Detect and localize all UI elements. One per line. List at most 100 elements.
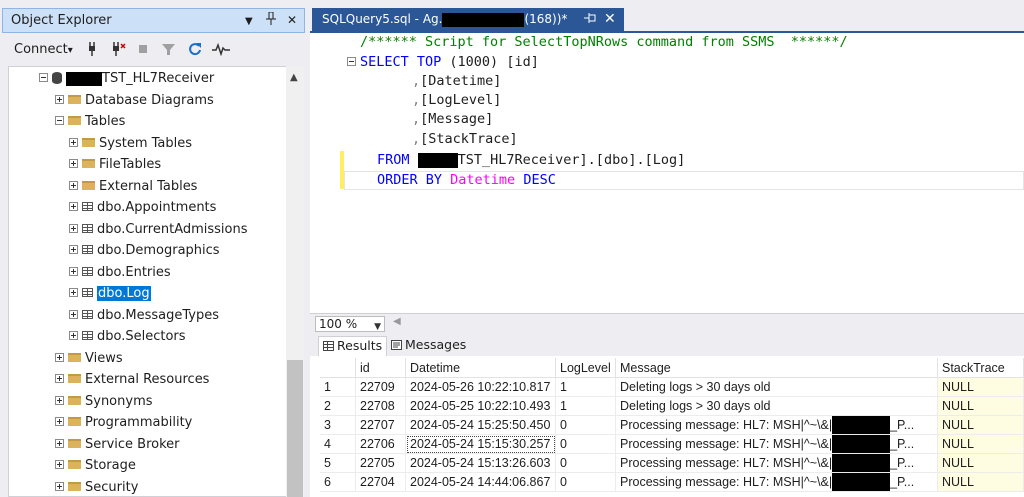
- tree-node[interactable]: Storage: [55, 455, 136, 476]
- grid-cell[interactable]: 2024-05-25 10:22:10.493: [406, 397, 556, 416]
- grid-cell[interactable]: Processing message: HL7: MSH|^~\&| _P...: [616, 473, 938, 492]
- expand-icon[interactable]: [55, 460, 64, 469]
- tree-node[interactable]: dbo.Selectors: [69, 326, 186, 347]
- grid-cell[interactable]: 2024-05-24 15:15:30.257: [406, 435, 556, 454]
- filter-icon[interactable]: [162, 42, 175, 61]
- expand-icon[interactable]: [55, 481, 64, 491]
- collapse-icon[interactable]: [39, 73, 48, 82]
- column-header[interactable]: Message: [616, 358, 938, 378]
- grid-cell[interactable]: NULL: [938, 454, 1024, 473]
- activity-monitor-icon[interactable]: [212, 42, 230, 61]
- row-number[interactable]: 4: [320, 435, 356, 454]
- row-number[interactable]: 6: [320, 473, 356, 492]
- close-tab-icon[interactable]: ✕: [604, 11, 616, 27]
- grid-cell[interactable]: 22708: [356, 397, 406, 416]
- column-header[interactable]: id: [356, 358, 406, 378]
- grid-cell[interactable]: 2024-05-26 10:22:10.817: [406, 378, 556, 397]
- grid-cell[interactable]: 2024-05-24 15:25:50.450: [406, 416, 556, 435]
- grid-cell[interactable]: 22705: [356, 454, 406, 473]
- tree-node[interactable]: dbo.Demographics: [69, 240, 220, 261]
- expand-icon[interactable]: [55, 395, 64, 405]
- expand-icon[interactable]: [69, 266, 78, 276]
- sql-code-editor[interactable]: /****** Script for SelectTopNRows comman…: [310, 33, 1024, 313]
- tree-node[interactable]: Views: [55, 348, 123, 369]
- collapse-toggle-icon[interactable]: [347, 57, 356, 66]
- tab-messages[interactable]: Messages: [387, 336, 470, 356]
- expand-icon[interactable]: [69, 331, 78, 340]
- query-tab[interactable]: SQLQuery5.sql - Ag. (168))* ✕: [312, 8, 624, 33]
- tree-node[interactable]: Security: [55, 477, 138, 497]
- tree-scrollbar-thumb[interactable]: [287, 360, 303, 497]
- grid-cell[interactable]: 0: [556, 454, 616, 473]
- tree-node[interactable]: dbo.Appointments: [69, 197, 216, 218]
- column-header[interactable]: StackTrace: [938, 358, 1024, 378]
- grid-cell[interactable]: 0: [556, 435, 616, 454]
- grid-cell[interactable]: NULL: [938, 416, 1024, 435]
- grid-cell[interactable]: NULL: [938, 378, 1024, 397]
- grid-cell[interactable]: NULL: [938, 473, 1024, 492]
- expand-icon[interactable]: [55, 374, 64, 383]
- scroll-up-icon[interactable]: ▲: [290, 72, 298, 83]
- expand-icon[interactable]: [69, 180, 78, 190]
- grid-cell[interactable]: 1: [556, 397, 616, 416]
- auto-hide-pin-icon[interactable]: [266, 11, 276, 29]
- tree-node[interactable]: FileTables: [69, 154, 161, 175]
- expand-icon[interactable]: [55, 352, 64, 362]
- expand-icon[interactable]: [69, 159, 78, 168]
- expand-icon[interactable]: [69, 309, 78, 319]
- grid-cell[interactable]: 22707: [356, 416, 406, 435]
- row-number[interactable]: 5: [320, 454, 356, 473]
- tree-node[interactable]: External Resources: [55, 369, 209, 390]
- expand-icon[interactable]: [55, 438, 64, 448]
- row-number[interactable]: 1: [320, 378, 356, 397]
- tab-results[interactable]: Results: [318, 336, 388, 356]
- tree-node[interactable]: Tables: [55, 111, 125, 132]
- tree-node[interactable]: External Tables: [69, 176, 197, 197]
- expand-icon[interactable]: [69, 245, 78, 254]
- connect-plug-icon[interactable]: [86, 42, 98, 61]
- grid-cell[interactable]: Processing message: HL7: MSH|^~\&| _P...: [616, 454, 938, 473]
- grid-cell[interactable]: Processing message: HL7: MSH|^~\&| _P...: [616, 416, 938, 435]
- tree-node[interactable]: dbo.Log: [69, 283, 151, 304]
- tree-node[interactable]: dbo.Entries: [69, 262, 171, 283]
- grid-cell[interactable]: 22709: [356, 378, 406, 397]
- tree-node[interactable]: dbo.MessageTypes: [69, 305, 219, 326]
- stop-icon[interactable]: [138, 42, 148, 61]
- grid-cell[interactable]: 0: [556, 473, 616, 492]
- grid-cell[interactable]: 1: [556, 378, 616, 397]
- tree-node[interactable]: Database Diagrams: [55, 90, 214, 111]
- grid-cell[interactable]: 2024-05-24 15:13:26.603: [406, 454, 556, 473]
- tree-node[interactable]: dbo.CurrentAdmissions: [69, 219, 248, 240]
- scroll-left-icon[interactable]: ◀: [393, 316, 401, 327]
- grid-cell[interactable]: 2024-05-24 14:44:06.867: [406, 473, 556, 492]
- tree-node[interactable]: Service Broker: [55, 434, 180, 455]
- grid-cell[interactable]: 22706: [356, 435, 406, 454]
- grid-cell[interactable]: Deleting logs > 30 days old: [616, 397, 938, 416]
- expand-icon[interactable]: [69, 202, 78, 211]
- expand-icon[interactable]: [69, 137, 78, 147]
- grid-cell[interactable]: NULL: [938, 397, 1024, 416]
- results-grid[interactable]: id Datetime LogLevel Message StackTrace 1 2270…: [310, 356, 1024, 497]
- collapse-icon[interactable]: [55, 116, 64, 125]
- column-header[interactable]: Datetime: [406, 358, 556, 378]
- connect-button[interactable]: Connect▾: [14, 42, 73, 59]
- row-number[interactable]: 3: [320, 416, 356, 435]
- refresh-icon[interactable]: [188, 42, 202, 61]
- tree-node[interactable]: TST_HL7Receiver: [39, 68, 214, 89]
- pin-icon[interactable]: [584, 12, 596, 26]
- grid-cell[interactable]: Processing message: HL7: MSH|^~\&| _P...: [616, 435, 938, 454]
- column-header[interactable]: [320, 358, 356, 378]
- expand-icon[interactable]: [69, 288, 78, 297]
- expand-icon[interactable]: [55, 417, 64, 426]
- disconnect-icon[interactable]: [110, 42, 126, 61]
- zoom-select[interactable]: 100 % ▼: [315, 316, 385, 332]
- row-number[interactable]: 2: [320, 397, 356, 416]
- window-position-icon[interactable]: ▼: [245, 14, 253, 30]
- grid-cell[interactable]: Deleting logs > 30 days old: [616, 378, 938, 397]
- grid-cell[interactable]: 22704: [356, 473, 406, 492]
- expand-icon[interactable]: [69, 223, 78, 233]
- tree-node[interactable]: System Tables: [69, 133, 192, 154]
- tree-node[interactable]: Synonyms: [55, 391, 153, 412]
- grid-cell[interactable]: NULL: [938, 435, 1024, 454]
- expand-icon[interactable]: [55, 94, 64, 104]
